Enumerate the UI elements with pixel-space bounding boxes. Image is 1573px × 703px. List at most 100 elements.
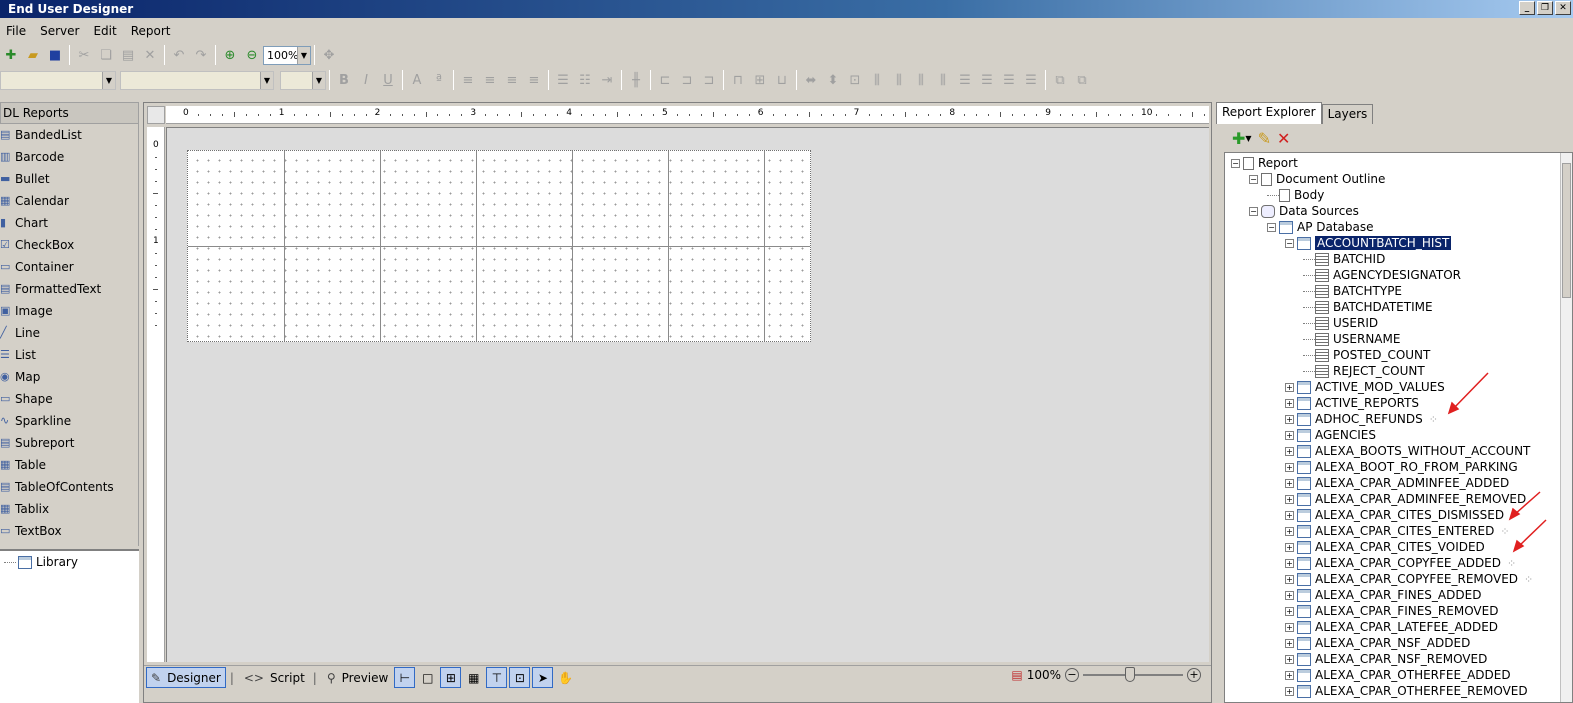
tree-node-table[interactable]: + ALEXA_CPAR_ADMINFEE_ADDED bbox=[1285, 475, 1509, 491]
tree-node-field[interactable]: REJECT_COUNT bbox=[1303, 363, 1425, 379]
vspace-equal-icon[interactable]: ☰ bbox=[954, 69, 976, 91]
tree-node-table[interactable]: + ALEXA_CPAR_ADMINFEE_REMOVED bbox=[1285, 491, 1526, 507]
expand-icon[interactable]: + bbox=[1285, 574, 1294, 584]
toolbox-item[interactable]: ▭ Container bbox=[0, 256, 138, 278]
snap-grid-icon[interactable]: ⊡ bbox=[509, 667, 531, 688]
pointer-icon[interactable]: ➤ bbox=[532, 667, 554, 688]
move-icon[interactable]: ✥ bbox=[318, 44, 340, 66]
expand-icon[interactable]: + bbox=[1285, 654, 1294, 664]
expand-icon[interactable]: + bbox=[1285, 478, 1294, 488]
toolbox-item[interactable]: ▬ Bullet bbox=[0, 168, 138, 190]
vspace-dec-icon[interactable]: ☰ bbox=[998, 69, 1020, 91]
expand-icon[interactable]: + bbox=[1285, 398, 1294, 408]
snap-lines-icon[interactable]: ⊤ bbox=[486, 667, 508, 688]
maximize-button[interactable]: ❐ bbox=[1537, 1, 1553, 15]
expand-icon[interactable]: + bbox=[1285, 526, 1294, 536]
toolbox-item[interactable]: ▣ Image bbox=[0, 300, 138, 322]
tree-node-table[interactable]: + ALEXA_CPAR_OTHERFEE_ADDED bbox=[1285, 667, 1511, 683]
tree-node-table[interactable]: + ADHOC_REFUNDS ⁘ bbox=[1285, 411, 1438, 427]
hspace-equal-icon[interactable]: ⫼ bbox=[866, 69, 888, 91]
style-combo[interactable]: ▼ bbox=[0, 70, 116, 90]
collapse-icon[interactable]: − bbox=[1267, 222, 1276, 232]
expand-icon[interactable]: + bbox=[1285, 622, 1294, 632]
collapse-icon[interactable]: − bbox=[1249, 174, 1258, 184]
tree-node-field[interactable]: BATCHTYPE bbox=[1303, 283, 1402, 299]
align-center-icon[interactable]: ≡ bbox=[479, 69, 501, 91]
toolbox-item[interactable]: ▤ BandedList bbox=[0, 124, 138, 146]
hspace-dec-icon[interactable]: ⫼ bbox=[910, 69, 932, 91]
tree-node-field[interactable]: AGENCYDESIGNATOR bbox=[1303, 267, 1461, 283]
tree-node-table[interactable]: + ALEXA_CPAR_FINES_REMOVED bbox=[1285, 603, 1498, 619]
bold-icon[interactable]: B bbox=[333, 69, 355, 91]
zoom-combo[interactable]: 100% ▼ bbox=[263, 45, 311, 65]
minimize-button[interactable]: _ bbox=[1519, 1, 1535, 15]
tree-node-table[interactable]: + ALEXA_CPAR_LATEFEE_ADDED bbox=[1285, 619, 1498, 635]
lines-grid-icon[interactable]: ▦ bbox=[463, 667, 484, 688]
align-bottoms-icon[interactable]: ⊔ bbox=[771, 69, 793, 91]
toolbox-item[interactable]: ▦ Calendar bbox=[0, 190, 138, 212]
tree-node-field[interactable]: BATCHDATETIME bbox=[1303, 299, 1433, 315]
hand-icon[interactable]: ✋ bbox=[555, 667, 576, 688]
bring-front-icon[interactable]: ⧉ bbox=[1049, 69, 1071, 91]
tree-node-table[interactable]: + ALEXA_CPAR_CITES_ENTERED ⁘ bbox=[1285, 523, 1510, 539]
remove-icon[interactable]: ✕ bbox=[1277, 129, 1290, 148]
toolbox-item[interactable]: ╱ Line bbox=[0, 322, 138, 344]
hspace-inc-icon[interactable]: ⫼ bbox=[888, 69, 910, 91]
numbering-icon[interactable]: ☷ bbox=[574, 69, 596, 91]
chevron-down-icon[interactable]: ▼ bbox=[102, 71, 115, 89]
toolbox-item[interactable]: ▮ Chart bbox=[0, 212, 138, 234]
expand-icon[interactable]: + bbox=[1285, 590, 1294, 600]
expand-icon[interactable]: + bbox=[1285, 462, 1294, 472]
ruler-toggle-icon[interactable]: ⊢ bbox=[394, 667, 416, 688]
same-height-icon[interactable]: ⬍ bbox=[822, 69, 844, 91]
expand-icon[interactable]: + bbox=[1285, 686, 1294, 696]
zoom-in-icon[interactable]: ⊕ bbox=[219, 44, 241, 66]
tree-node-data-sources[interactable]: − Data Sources bbox=[1249, 203, 1359, 219]
tree-node-selected-table[interactable]: − ACCOUNTBATCH_HIST bbox=[1285, 235, 1452, 251]
tree-node-table[interactable]: + ALEXA_CPAR_FINES_ADDED bbox=[1285, 587, 1481, 603]
align-centers-icon[interactable]: ⊐ bbox=[676, 69, 698, 91]
align-middles-icon[interactable]: ⊞ bbox=[749, 69, 771, 91]
same-width-icon[interactable]: ⬌ bbox=[800, 69, 822, 91]
menu-file[interactable]: File bbox=[0, 20, 34, 40]
chevron-down-icon[interactable]: ▼ bbox=[312, 71, 325, 89]
tree-node-table[interactable]: + ACTIVE_MOD_VALUES bbox=[1285, 379, 1445, 395]
toolbox-item[interactable]: ☰ List bbox=[0, 344, 138, 366]
same-size-icon[interactable]: ⊡ bbox=[844, 69, 866, 91]
tree-node-field[interactable]: POSTED_COUNT bbox=[1303, 347, 1430, 363]
close-button[interactable]: ✕ bbox=[1555, 1, 1571, 15]
library-item[interactable]: Library bbox=[4, 555, 78, 569]
toolbox-item[interactable]: ▥ Barcode bbox=[0, 146, 138, 168]
expand-icon[interactable]: + bbox=[1285, 446, 1294, 456]
expand-icon[interactable]: + bbox=[1285, 414, 1294, 424]
underline-icon[interactable]: U bbox=[377, 69, 399, 91]
tab-layers[interactable]: Layers bbox=[1321, 104, 1374, 124]
expand-icon[interactable]: + bbox=[1285, 606, 1294, 616]
expand-icon[interactable]: + bbox=[1285, 542, 1294, 552]
expand-icon[interactable]: + bbox=[1285, 382, 1294, 392]
expand-icon[interactable]: + bbox=[1285, 430, 1294, 440]
bullets-icon[interactable]: ☰ bbox=[552, 69, 574, 91]
toolbox-item[interactable]: ▤ TableOfContents bbox=[0, 476, 138, 498]
toolbox-item[interactable]: ∿ Sparkline bbox=[0, 410, 138, 432]
tree-node-table[interactable]: + ALEXA_CPAR_OTHERFEE_REMOVED bbox=[1285, 683, 1528, 699]
expand-icon[interactable]: + bbox=[1285, 558, 1294, 568]
tree-node-table[interactable]: + ALEXA_CPAR_COPYFEE_REMOVED ⁘ bbox=[1285, 571, 1533, 587]
expand-icon[interactable]: + bbox=[1285, 670, 1294, 680]
open-icon[interactable]: ▰ bbox=[22, 44, 44, 66]
copy-icon[interactable]: ❏ bbox=[95, 44, 117, 66]
grid-icon[interactable]: ╫ bbox=[625, 69, 647, 91]
italic-icon[interactable]: I bbox=[355, 69, 377, 91]
border-toggle-icon[interactable]: □ bbox=[417, 667, 438, 688]
cut-icon[interactable]: ✂ bbox=[73, 44, 95, 66]
chevron-down-icon[interactable]: ▼ bbox=[297, 46, 310, 64]
preview-tab[interactable]: ⚲ Preview bbox=[323, 667, 393, 688]
tree-node-table[interactable]: + ALEXA_CPAR_NSF_ADDED bbox=[1285, 635, 1470, 651]
designer-tab[interactable]: ✎ Designer bbox=[146, 667, 226, 688]
chevron-down-icon[interactable]: ▼ bbox=[260, 71, 273, 89]
undo-icon[interactable]: ↶ bbox=[168, 44, 190, 66]
paste-icon[interactable]: ▤ bbox=[117, 44, 139, 66]
collapse-icon[interactable]: − bbox=[1231, 158, 1240, 168]
align-right-icon[interactable]: ≡ bbox=[501, 69, 523, 91]
tree-node-table[interactable]: + ALEXA_CPAR_NSF_REMOVED bbox=[1285, 651, 1487, 667]
